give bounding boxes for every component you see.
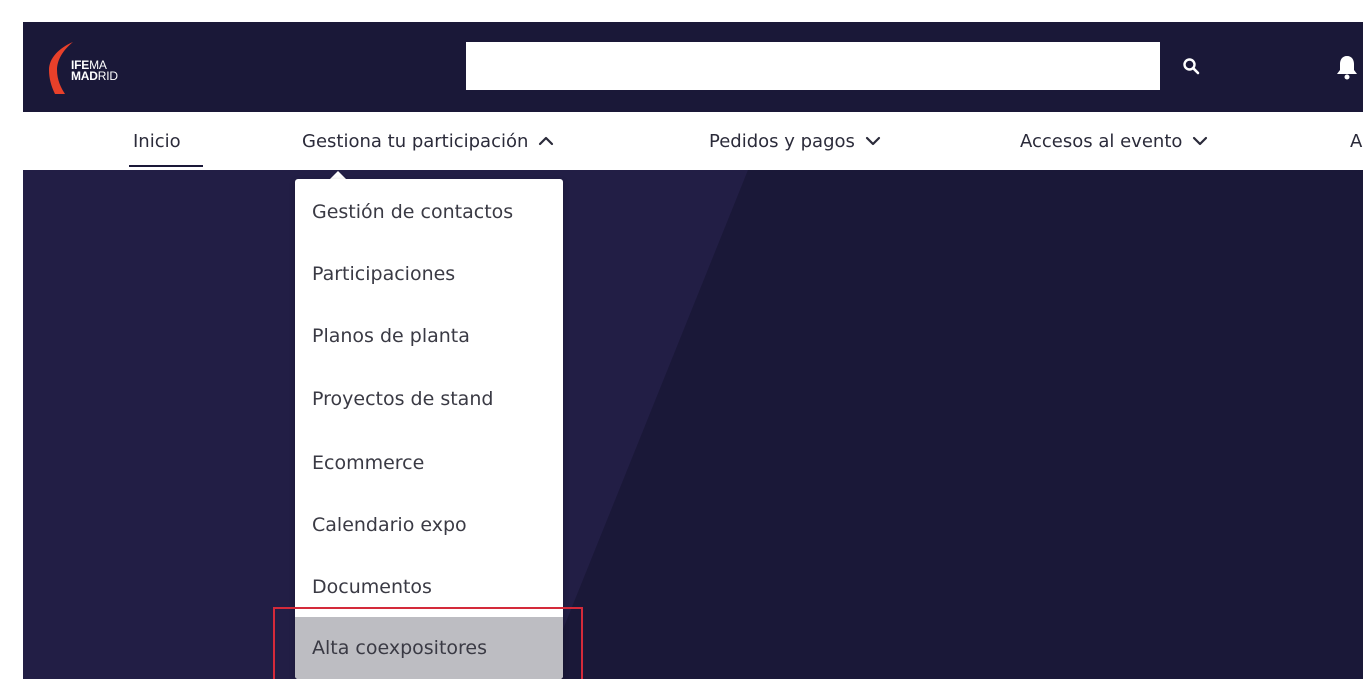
bell-icon [1337,56,1357,80]
menu-item-proyectos-stand[interactable]: Proyectos de stand [295,368,563,430]
menu-item-gestion-contactos[interactable]: Gestión de contactos [295,181,563,243]
search-button[interactable] [1173,48,1209,84]
active-nav-indicator [129,165,203,167]
menu-item-ecommerce[interactable]: Ecommerce [295,432,563,494]
logo-bottom-light: RID [97,69,118,83]
nav-item-truncated[interactable]: A [1350,112,1362,170]
nav-item-label: Accesos al evento [1020,130,1183,152]
logo-wordmark: IFEMA MADRID [71,59,118,83]
hero-background [23,170,748,679]
nav-item-label: Inicio [133,130,181,152]
nav-item-label: Gestiona tu participación [302,130,529,152]
menu-item-participaciones[interactable]: Participaciones [295,243,563,305]
chevron-down-icon [1192,136,1208,146]
app-frame: IFEMA MADRID Inicio Gestiona tu particip… [23,22,1363,679]
main-navigation: Inicio Gestiona tu participación Pedidos… [23,112,1363,170]
ifema-madrid-logo[interactable]: IFEMA MADRID [49,40,149,96]
top-bar: IFEMA MADRID [23,22,1363,112]
menu-item-planos-planta[interactable]: Planos de planta [295,305,563,367]
notifications-button[interactable] [1331,52,1363,84]
logo-bottom-bold: MAD [71,69,98,83]
nav-item-gestiona-participacion[interactable]: Gestiona tu participación [302,112,554,170]
participation-dropdown-menu: Gestión de contactos Participaciones Pla… [295,179,563,679]
menu-item-alta-coexpositores[interactable]: Alta coexpositores [295,617,563,679]
nav-item-label: Pedidos y pagos [709,130,855,152]
menu-item-documentos[interactable]: Documentos [295,556,563,618]
nav-item-pedidos-pagos[interactable]: Pedidos y pagos [709,112,881,170]
nav-item-accesos-evento[interactable]: Accesos al evento [1020,112,1208,170]
nav-item-label: A [1350,130,1363,152]
chevron-up-icon [538,136,554,146]
search-input[interactable] [466,42,1160,90]
search-icon [1183,58,1200,75]
nav-item-inicio[interactable]: Inicio [133,112,181,170]
menu-item-calendario-expo[interactable]: Calendario expo [295,494,563,556]
chevron-down-icon [865,136,881,146]
